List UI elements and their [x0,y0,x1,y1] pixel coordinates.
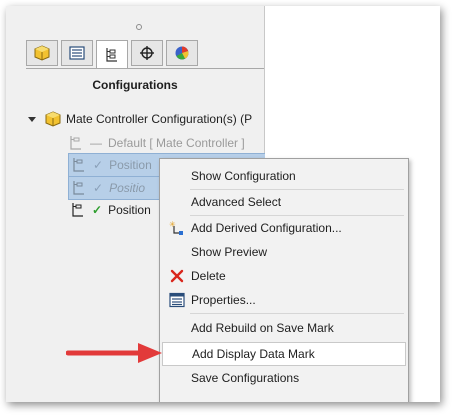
menu-separator [190,189,404,190]
tree-item-label: Positio [109,181,146,195]
tree-item-label: Position [108,203,151,217]
feature-manager-icon [34,45,50,61]
callout-arrow-icon [66,343,162,363]
collapse-caret-icon[interactable] [28,116,36,122]
menu-item-show-preview[interactable]: Show Preview [160,241,408,263]
screenshot-frame: Configurations Mate Controller Configura… [6,6,440,402]
configuration-icon-gray [70,136,81,150]
display-manager-icon [175,46,189,60]
tab-configuration-manager[interactable] [96,40,128,68]
menu-item-label: Show Configuration [191,169,296,183]
menu-item-label: Advanced Select [191,195,282,209]
tree-item-label: Position [109,158,152,172]
menu-separator [190,313,404,314]
tree-item-label: Default [ Mate Controller ] [108,136,245,150]
derived-configuration-icon: ✳ [168,220,186,236]
dash-icon: — [90,136,102,150]
configuration-icon [72,203,83,217]
tab-display-manager[interactable] [166,40,198,66]
menu-item-show-configuration[interactable]: Show Configuration [160,165,408,187]
menu-item-save-configurations[interactable]: Save Configurations [160,367,408,389]
menu-item-advanced-select[interactable]: Advanced Select [160,191,408,213]
part-icon [45,111,61,127]
menu-item-label: Add Display Data Mark [192,347,315,361]
tree-root-row[interactable]: Mate Controller Configuration(s) (P [28,108,252,130]
menu-item-label: Save Configurations [191,371,300,385]
manager-tab-bar [26,40,201,68]
check-icon: ✓ [92,203,103,217]
panel-title: Configurations [92,78,178,92]
tab-property-manager[interactable] [61,40,93,66]
menu-item-delete[interactable]: Delete [160,265,408,287]
tree-item-position-3[interactable]: ✓ Position [68,199,151,221]
configuration-icon-gray [73,181,84,195]
menu-item-label: Add Derived Configuration... [191,221,342,235]
context-menu: Show Configuration Advanced Select ✳ Add… [159,158,409,402]
tab-feature-manager[interactable] [26,40,58,66]
delete-icon [168,268,186,284]
tab-dimxpert[interactable] [131,40,163,66]
properties-icon [168,292,186,308]
property-manager-icon [69,46,85,60]
menu-item-label: Show Preview [191,245,268,259]
menu-item-add-display-data-mark[interactable]: Add Display Data Mark [162,342,406,366]
menu-separator [190,215,404,216]
svg-text:✳: ✳ [169,220,176,229]
menu-item-add-rebuild-on-save-mark[interactable]: Add Rebuild on Save Mark [160,317,408,339]
menu-item-label: Add Rebuild on Save Mark [191,321,334,335]
check-icon-gray: ✓ [93,181,104,195]
configuration-icon-gray [73,158,84,172]
tab-bar-divider [26,68,264,69]
menu-item-properties[interactable]: Properties... [160,289,408,311]
menu-item-label: Properties... [191,293,256,307]
dimxpert-icon [140,46,154,60]
panel-grip-icon[interactable] [136,24,142,30]
tree-item-default[interactable]: — Default [ Mate Controller ] [68,132,245,154]
configuration-manager-icon [106,47,117,62]
check-icon-gray: ✓ [93,158,104,172]
menu-item-label: Delete [191,269,226,283]
menu-item-add-derived-configuration[interactable]: ✳ Add Derived Configuration... [160,217,408,239]
tree-root-label: Mate Controller Configuration(s) (P [66,112,253,126]
